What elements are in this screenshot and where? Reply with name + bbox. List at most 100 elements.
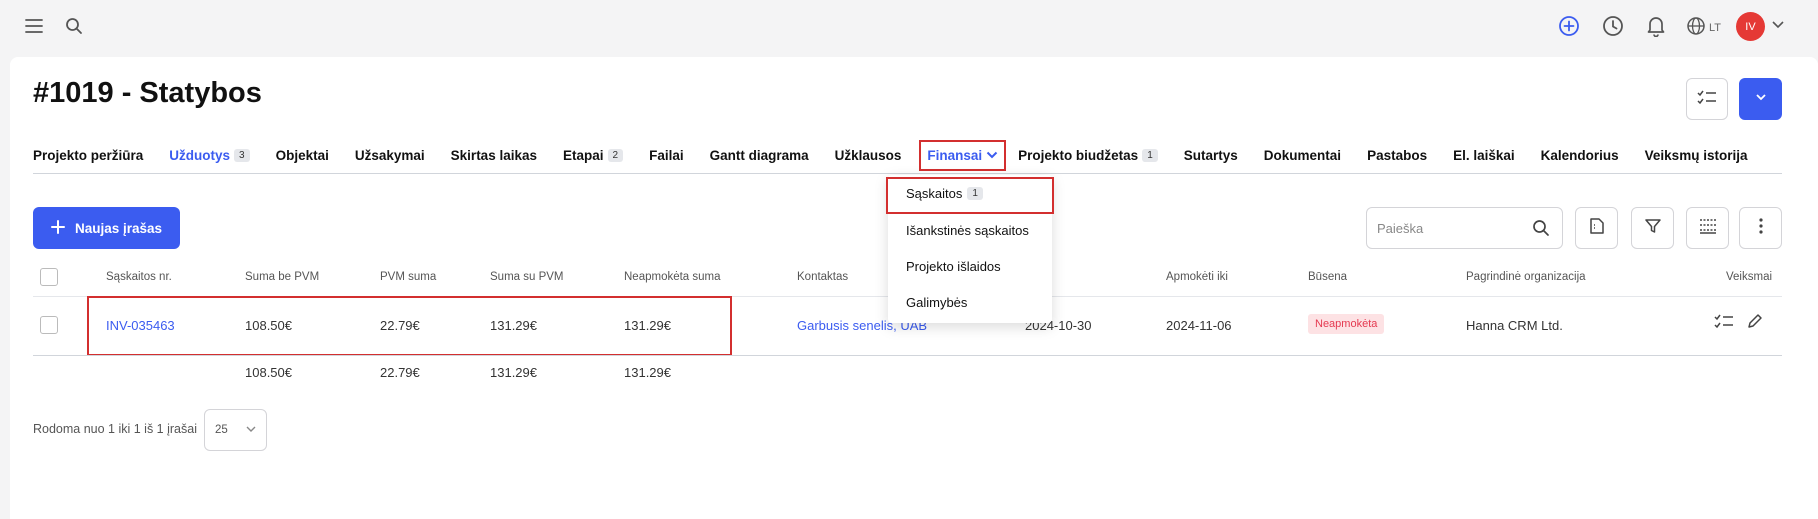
row-highlight-frame bbox=[87, 296, 732, 356]
status-badge: Neapmokėta bbox=[1308, 314, 1385, 334]
column-header[interactable]: Kontaktas bbox=[797, 271, 848, 283]
tab-uzklausos[interactable]: Užklausos bbox=[835, 148, 902, 163]
column-header[interactable]: PVM suma bbox=[380, 271, 436, 283]
tab-skirtas-laikas[interactable]: Skirtas laikas bbox=[451, 148, 537, 163]
checklist-icon bbox=[1697, 89, 1717, 110]
columns-icon bbox=[1698, 217, 1718, 240]
language-code: LT bbox=[1709, 21, 1722, 34]
menu-item-isankstines-saskaitos[interactable]: Išankstinės sąskaitos bbox=[906, 223, 1029, 238]
more-vertical-icon bbox=[1758, 217, 1764, 240]
total-unpaid: 131.29€ bbox=[624, 365, 671, 380]
tab-label: El. laiškai bbox=[1453, 147, 1515, 163]
actions-dropdown-button[interactable] bbox=[1739, 78, 1782, 120]
page-title: #1019 - Statybos bbox=[33, 77, 262, 109]
tab-kalendorius[interactable]: Kalendorius bbox=[1541, 148, 1619, 163]
total-vat: 22.79€ bbox=[380, 365, 420, 380]
top-bar: LT IV bbox=[0, 0, 1818, 54]
menu-item-label: Išankstinės sąskaitos bbox=[906, 223, 1029, 238]
menu-item-projekto-islaidos[interactable]: Projekto išlaidos bbox=[906, 259, 1001, 274]
tab-label: Užduotys bbox=[169, 147, 231, 163]
new-entry-label: Naujas įrašas bbox=[74, 220, 163, 236]
menu-icon[interactable] bbox=[22, 14, 46, 38]
tab-label: Užklausos bbox=[834, 147, 902, 163]
chevron-down-icon bbox=[986, 148, 998, 163]
tab-projekto-biudzetas[interactable]: Projekto biudžetas 1 bbox=[1018, 148, 1158, 163]
column-header[interactable]: Būsena bbox=[1308, 271, 1347, 283]
tab-gantt-diagrama[interactable]: Gantt diagrama bbox=[710, 148, 809, 163]
edit-icon[interactable] bbox=[1746, 312, 1764, 333]
count-badge: 3 bbox=[234, 148, 250, 162]
tab-dokumentai[interactable]: Dokumentai bbox=[1264, 148, 1341, 163]
tab-veiksmu-istorija[interactable]: Veiksmų istorija bbox=[1645, 148, 1748, 163]
column-header: Veiksmai bbox=[1726, 271, 1773, 283]
tab-label: Pastabos bbox=[1367, 147, 1428, 163]
tab-label: Kalendorius bbox=[1540, 147, 1619, 163]
bell-icon[interactable] bbox=[1644, 14, 1668, 38]
tab-label: Skirtas laikas bbox=[450, 147, 537, 163]
more-options-button[interactable] bbox=[1739, 207, 1782, 249]
row-checkbox[interactable] bbox=[40, 316, 58, 334]
filter-button[interactable] bbox=[1631, 207, 1674, 249]
tab-label: Užsakymai bbox=[354, 147, 425, 163]
count-badge: 1 bbox=[1142, 148, 1158, 162]
cell-due-date: 2024-11-06 bbox=[1166, 318, 1232, 333]
menu-item-label: Galimybės bbox=[906, 295, 968, 310]
project-tabs: Projekto peržiūra Užduotys 3 Objektai Užs… bbox=[33, 136, 1773, 174]
tab-etapai[interactable]: Etapai 2 bbox=[563, 147, 624, 163]
tabs-divider bbox=[33, 173, 1782, 174]
total-sum-with-vat: 131.29€ bbox=[490, 365, 537, 380]
cell-organization: Hanna CRM Ltd. bbox=[1466, 318, 1563, 333]
menu-item-label: Projekto išlaidos bbox=[906, 259, 1001, 274]
tab-label: Dokumentai bbox=[1263, 147, 1342, 163]
select-all-checkbox[interactable] bbox=[40, 268, 58, 286]
plus-circle-icon[interactable] bbox=[1557, 14, 1581, 38]
pagination-info: Rodoma nuo 1 iki 1 iš 1 įrašai bbox=[33, 422, 197, 436]
tab-label: Gantt diagrama bbox=[709, 147, 809, 163]
tab-pastabos[interactable]: Pastabos bbox=[1367, 148, 1427, 163]
menu-highlight-frame bbox=[886, 177, 1054, 214]
tab-el-laiskai[interactable]: El. laiškai bbox=[1453, 148, 1515, 163]
filter-icon bbox=[1644, 217, 1662, 240]
tab-label: Sutartys bbox=[1183, 147, 1238, 163]
search-input[interactable]: Paieška bbox=[1366, 207, 1563, 249]
tab-label: Etapai bbox=[563, 147, 604, 163]
columns-button[interactable] bbox=[1686, 207, 1729, 249]
tab-sutartys[interactable]: Sutartys bbox=[1184, 148, 1238, 163]
avatar[interactable]: IV bbox=[1736, 12, 1765, 41]
search-icon[interactable] bbox=[62, 14, 86, 38]
tab-label: Failai bbox=[649, 147, 684, 163]
chevron-down-icon bbox=[246, 424, 256, 436]
tab-label: Objektai bbox=[275, 147, 329, 163]
tab-objektai[interactable]: Objektai bbox=[276, 148, 329, 163]
tab-failai[interactable]: Failai bbox=[649, 148, 684, 163]
page-size-value: 25 bbox=[215, 424, 228, 436]
checklist-icon[interactable] bbox=[1714, 313, 1734, 332]
tab-uzsakymai[interactable]: Užsakymai bbox=[355, 148, 425, 163]
tab-label: Finansai bbox=[927, 147, 983, 163]
search-placeholder: Paieška bbox=[1377, 220, 1424, 236]
column-header[interactable]: Pagrindinė organizacija bbox=[1466, 271, 1586, 283]
menu-item-galimybes[interactable]: Galimybės bbox=[906, 295, 967, 310]
tab-uzduotys[interactable]: Užduotys 3 bbox=[169, 147, 250, 163]
column-header[interactable]: Apmokėti iki bbox=[1166, 271, 1228, 283]
saved-filters-button[interactable] bbox=[1575, 207, 1618, 249]
column-header[interactable]: Neapmokėta suma bbox=[624, 271, 721, 283]
tab-projekto-perziura[interactable]: Projekto peržiūra bbox=[33, 148, 143, 163]
globe-icon bbox=[1686, 16, 1706, 39]
column-header[interactable]: Suma be PVM bbox=[245, 271, 319, 283]
search-icon[interactable] bbox=[1532, 219, 1550, 240]
new-entry-button[interactable]: Naujas įrašas bbox=[33, 207, 180, 249]
clock-icon[interactable] bbox=[1601, 14, 1625, 38]
chevron-down-icon bbox=[1754, 90, 1768, 109]
total-sum-no-vat: 108.50€ bbox=[245, 365, 292, 380]
count-badge: 2 bbox=[607, 148, 624, 162]
page-size-select[interactable]: 25 bbox=[204, 409, 267, 451]
task-list-button[interactable] bbox=[1686, 78, 1728, 120]
chevron-down-icon[interactable] bbox=[1771, 17, 1785, 36]
document-icon bbox=[1588, 217, 1606, 240]
tab-finansai[interactable]: Finansai bbox=[919, 139, 1007, 171]
column-header[interactable]: Suma su PVM bbox=[490, 271, 564, 283]
plus-icon bbox=[50, 219, 65, 237]
language-switcher[interactable]: LT bbox=[1686, 16, 1721, 39]
column-header[interactable]: Sąskaitos nr. bbox=[106, 271, 172, 283]
